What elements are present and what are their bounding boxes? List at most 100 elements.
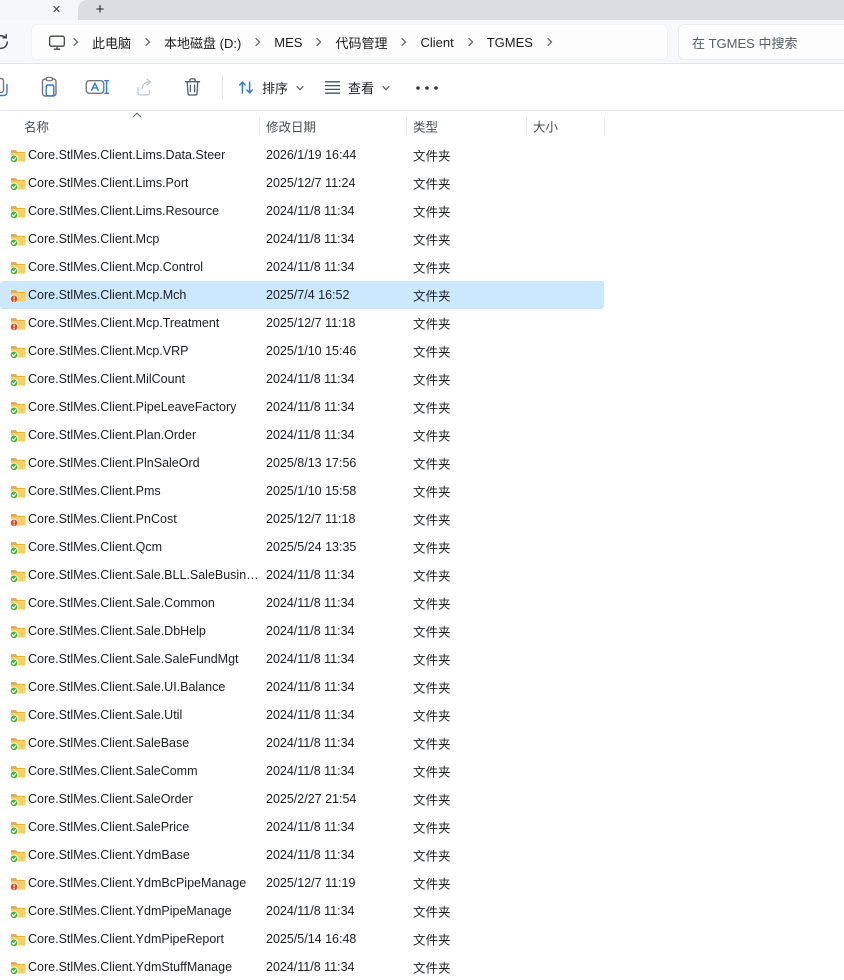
file-row[interactable]: Core.StlMes.Client.Mcp.VRP 2025/1/10 15:… [0,337,844,365]
file-row[interactable]: Core.StlMes.Client.Lims.Resource 2024/11… [0,197,844,225]
breadcrumb-item-tgmes[interactable]: TGMES [476,35,544,50]
column-divider[interactable] [259,117,260,136]
this-pc-icon [48,34,66,51]
file-row[interactable]: Core.StlMes.Client.PnCost 2025/12/7 11:1… [0,505,844,533]
search-input[interactable]: 在 TGMES 中搜索 [678,24,844,60]
file-row[interactable]: Core.StlMes.Client.PlnSaleOrd 2025/8/13 … [0,449,844,477]
file-name: Core.StlMes.Client.Sale.DbHelp [28,624,206,638]
delete-icon[interactable] [183,77,202,98]
file-row[interactable]: Core.StlMes.Client.Mcp.Mch 2025/7/4 16:5… [0,281,844,309]
column-divider[interactable] [526,117,527,136]
folder-icon [10,623,26,639]
folder-icon [10,147,26,163]
file-row[interactable]: Core.StlMes.Client.YdmBase 2024/11/8 11:… [0,841,844,869]
file-row[interactable]: Core.StlMes.Client.YdmBcPipeManage 2025/… [0,869,844,897]
file-type: 文件夹 [413,314,451,333]
file-row[interactable]: Core.StlMes.Client.Plan.Order 2024/11/8 … [0,421,844,449]
file-date: 2024/11/8 11:34 [266,820,355,834]
file-row[interactable]: Core.StlMes.Client.PipeLeaveFactory 2024… [0,393,844,421]
file-type: 文件夹 [413,958,451,977]
file-row[interactable]: Core.StlMes.Client.Mcp.Treatment 2025/12… [0,309,844,337]
file-name: Core.StlMes.Client.Qcm [28,540,162,554]
file-type: 文件夹 [413,286,451,305]
breadcrumb-item-local-disk-d[interactable]: 本地磁盘 (D:) [153,33,252,52]
more-options-button[interactable] [413,72,441,103]
chevron-right-icon [71,37,80,47]
file-row[interactable]: Core.StlMes.Client.Sale.DbHelp 2024/11/8… [0,617,844,645]
file-row[interactable]: Core.StlMes.Client.SaleComm 2024/11/8 11… [0,757,844,785]
file-row[interactable]: Core.StlMes.Client.Sale.Util 2024/11/8 1… [0,701,844,729]
file-date: 2025/5/14 16:48 [266,932,356,946]
file-explorer-window: ✕ + 此电脑 本地磁盘 (D:) [0,0,844,980]
share-icon[interactable] [134,77,155,98]
file-date: 2024/11/8 11:34 [266,960,355,974]
file-row[interactable]: Core.StlMes.Client.Mcp 2024/11/8 11:34 文… [0,225,844,253]
file-date: 2025/7/4 16:52 [266,288,349,302]
file-row[interactable]: Core.StlMes.Client.YdmPipeReport 2025/5/… [0,925,844,953]
column-header-row: 名称 修改日期 类型 大小 [0,111,844,141]
folder-icon [10,931,26,947]
address-bar-row: 此电脑 本地磁盘 (D:) MES 代码管理 Client TGMES [0,20,844,64]
file-date: 2024/11/8 11:34 [266,596,355,610]
file-row[interactable]: Core.StlMes.Client.Sale.UI.Balance 2024/… [0,673,844,701]
breadcrumb-item-code-mgmt[interactable]: 代码管理 [324,33,398,52]
column-header-size[interactable]: 大小 [533,117,558,136]
tab-close-icon[interactable]: ✕ [48,0,65,18]
file-date: 2025/12/7 11:18 [266,316,355,330]
file-row[interactable]: Core.StlMes.Client.Mcp.Control 2024/11/8… [0,253,844,281]
file-row[interactable]: Core.StlMes.Client.YdmStuffManage 2024/1… [0,953,844,980]
file-row[interactable]: Core.StlMes.Client.Sale.Common 2024/11/8… [0,589,844,617]
file-type: 文件夹 [413,734,451,753]
refresh-icon[interactable] [0,32,11,57]
chevron-down-icon [295,83,305,93]
copy-icon[interactable] [0,76,10,98]
file-type: 文件夹 [413,174,451,193]
folder-icon [10,371,26,387]
file-row[interactable]: Core.StlMes.Client.YdmPipeManage 2024/11… [0,897,844,925]
file-row[interactable]: Core.StlMes.Client.SaleBase 2024/11/8 11… [0,729,844,757]
file-type: 文件夹 [413,146,451,165]
file-type: 文件夹 [413,342,451,361]
file-date: 2025/1/10 15:58 [266,484,356,498]
breadcrumb[interactable]: 此电脑 本地磁盘 (D:) MES 代码管理 Client TGMES [31,24,668,60]
file-row[interactable]: Core.StlMes.Client.Sale.SaleFundMgt 2024… [0,645,844,673]
sort-button[interactable]: 排序 [233,72,309,103]
chevron-right-icon [545,37,554,47]
file-row[interactable]: Core.StlMes.Client.Lims.Data.Steer 2026/… [0,141,844,169]
file-date: 2025/1/10 15:46 [266,344,356,358]
column-divider[interactable] [406,117,407,136]
folder-icon [10,567,26,583]
file-row[interactable]: Core.StlMes.Client.Lims.Port 2025/12/7 1… [0,169,844,197]
folder-icon [10,791,26,807]
file-name: Core.StlMes.Client.SalePrice [28,820,189,834]
file-row[interactable]: Core.StlMes.Client.SaleOrder 2025/2/27 2… [0,785,844,813]
column-divider[interactable] [604,117,605,136]
file-date: 2025/12/7 11:19 [266,876,355,890]
column-header-date[interactable]: 修改日期 [266,117,316,136]
rename-icon[interactable] [85,77,109,98]
chevron-right-icon [466,37,475,47]
new-tab-icon[interactable]: + [91,0,109,19]
file-row[interactable]: Core.StlMes.Client.Qcm 2025/5/24 13:35 文… [0,533,844,561]
file-name: Core.StlMes.Client.PnCost [28,512,177,526]
file-row[interactable]: Core.StlMes.Client.Pms 2025/1/10 15:58 文… [0,477,844,505]
file-row[interactable]: Core.StlMes.Client.MilCount 2024/11/8 11… [0,365,844,393]
column-header-name[interactable]: 名称 [24,117,49,136]
breadcrumb-item-this-pc[interactable]: 此电脑 [81,33,142,52]
tab-strip-background [78,0,844,20]
paste-icon[interactable] [39,76,60,98]
file-name: Core.StlMes.Client.YdmBcPipeManage [28,876,246,890]
file-row[interactable]: Core.StlMes.Client.SalePrice 2024/11/8 1… [0,813,844,841]
file-date: 2024/11/8 11:34 [266,680,355,694]
file-date: 2024/11/8 11:34 [266,372,355,386]
file-row[interactable]: Core.StlMes.Client.Sale.BLL.SaleBusin… 2… [0,561,844,589]
folder-icon [10,203,26,219]
file-name: Core.StlMes.Client.YdmBase [28,848,190,862]
column-header-type[interactable]: 类型 [413,117,438,136]
breadcrumb-item-mes[interactable]: MES [263,35,313,50]
breadcrumb-item-client[interactable]: Client [409,35,464,50]
folder-icon [10,651,26,667]
folder-icon [10,343,26,359]
view-button[interactable]: 查看 [320,72,395,103]
file-date: 2024/11/8 11:34 [266,232,355,246]
